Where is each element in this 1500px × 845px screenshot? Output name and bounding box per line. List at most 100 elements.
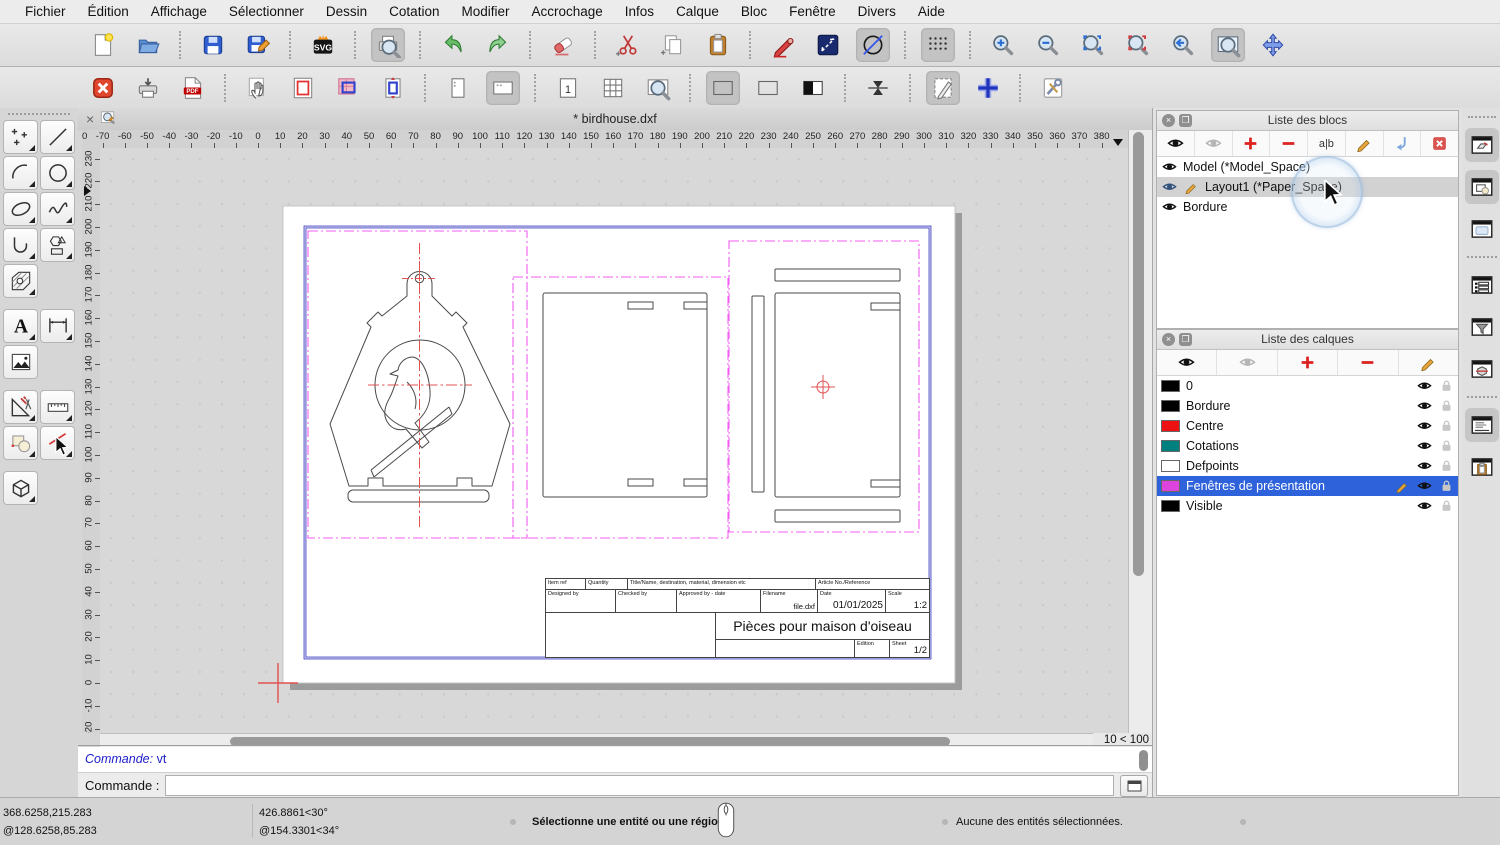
layer-row[interactable]: Visible <box>1157 496 1458 516</box>
eye-icon[interactable] <box>1416 499 1432 514</box>
save-icon[interactable] <box>196 28 230 62</box>
remove-layer-icon[interactable] <box>1338 350 1399 375</box>
menu-item[interactable]: Bloc <box>730 0 778 23</box>
shape-tools-icon[interactable] <box>40 228 75 262</box>
layer-color-swatch[interactable] <box>1161 380 1180 392</box>
show-all-layers-icon[interactable] <box>1157 350 1218 375</box>
clipboard-panel-icon[interactable] <box>1465 450 1499 484</box>
menu-item[interactable]: Affichage <box>140 0 218 23</box>
polyline-tools-icon[interactable] <box>3 228 38 262</box>
panel-close-icon[interactable]: × <box>1162 333 1175 346</box>
selection-list-panel-icon[interactable] <box>1465 268 1499 302</box>
image-tool-icon[interactable] <box>3 345 38 379</box>
lock-icon[interactable] <box>1438 399 1454 414</box>
portrait-icon[interactable] <box>441 71 475 105</box>
menu-item[interactable]: Modifier <box>450 0 520 23</box>
drawing-canvas[interactable]: Item ref Quantity Title/Name, destinatio… <box>100 148 1128 733</box>
lock-icon[interactable] <box>1438 419 1454 434</box>
menu-item[interactable]: Accrochage <box>520 0 613 23</box>
page-border-icon[interactable] <box>286 71 320 105</box>
zoom-window-icon[interactable] <box>1211 28 1245 62</box>
show-all-blocks-icon[interactable] <box>1157 131 1195 156</box>
add-block-icon[interactable] <box>1233 131 1271 156</box>
viewport-panel-icon[interactable] <box>1465 212 1499 246</box>
command-history[interactable]: Commande: vt <box>78 747 1152 773</box>
vertical-scrollbar-thumb[interactable] <box>1133 132 1144 576</box>
zoom-selection-icon[interactable] <box>1121 28 1155 62</box>
zoom-previous-icon[interactable] <box>1166 28 1200 62</box>
lock-icon[interactable] <box>1438 439 1454 454</box>
arc-tools-icon[interactable] <box>3 156 38 190</box>
ellipse-tools-icon[interactable] <box>3 192 38 226</box>
zoom-fit-icon[interactable] <box>1076 28 1110 62</box>
eye-icon[interactable] <box>1416 459 1432 474</box>
eye-icon[interactable] <box>1416 379 1432 394</box>
command-history-scrollbar[interactable] <box>1139 750 1148 771</box>
modify-tools-icon[interactable] <box>3 426 38 460</box>
cut-icon[interactable] <box>611 28 645 62</box>
command-options-button[interactable] <box>1120 774 1148 797</box>
single-page-icon[interactable]: 1 <box>551 71 585 105</box>
save-as-icon[interactable] <box>241 28 275 62</box>
hatch-tool-icon[interactable] <box>3 264 38 298</box>
trim-tools-icon[interactable] <box>40 426 75 460</box>
edit-layer-icon[interactable] <box>1399 350 1458 375</box>
lineweight-icon[interactable] <box>861 71 895 105</box>
close-document-icon[interactable] <box>86 71 120 105</box>
purge-block-icon[interactable] <box>1421 131 1458 156</box>
layer-color-swatch[interactable] <box>1161 400 1180 412</box>
hide-all-layers-icon[interactable] <box>1217 350 1278 375</box>
undo-icon[interactable] <box>436 28 470 62</box>
layer-color-swatch[interactable] <box>1161 460 1180 472</box>
point-tools-icon[interactable] <box>3 120 38 154</box>
grayscale-icon[interactable] <box>751 71 785 105</box>
menu-item[interactable]: Fichier <box>14 0 77 23</box>
menu-item[interactable]: Sélectionner <box>218 0 315 23</box>
print-icon[interactable] <box>131 71 165 105</box>
eye-icon[interactable] <box>1416 419 1432 434</box>
menu-item[interactable]: Calque <box>665 0 730 23</box>
layer-row[interactable]: Fenêtres de présentation <box>1157 476 1458 496</box>
layer-row[interactable]: 0 <box>1157 376 1458 396</box>
lock-icon[interactable] <box>1438 479 1454 494</box>
menu-item[interactable]: Divers <box>847 0 907 23</box>
lock-icon[interactable] <box>1438 459 1454 474</box>
construction-line-icon[interactable] <box>811 28 845 62</box>
text-tool-icon[interactable]: A <box>3 309 38 343</box>
eraser-icon[interactable] <box>546 28 580 62</box>
palette-drag-handle[interactable] <box>8 113 70 117</box>
menu-item[interactable]: Infos <box>614 0 665 23</box>
layer-list-panel-icon[interactable] <box>1464 170 1499 204</box>
panel-close-icon[interactable]: × <box>1162 114 1175 127</box>
edit-block-icon[interactable] <box>1346 131 1384 156</box>
drawing-preferences-icon[interactable] <box>926 70 960 105</box>
spline-tools-icon[interactable] <box>40 192 75 226</box>
grid-toggle-icon[interactable] <box>921 28 955 62</box>
layer-color-swatch[interactable] <box>1161 480 1180 492</box>
menu-item[interactable]: Fenêtre <box>778 0 847 23</box>
landscape-icon[interactable] <box>486 70 520 105</box>
layer-color-swatch[interactable] <box>1161 420 1180 432</box>
menu-item[interactable]: Édition <box>77 0 140 23</box>
zoom-page-icon[interactable] <box>641 71 675 105</box>
new-file-icon[interactable] <box>86 28 120 62</box>
layer-row[interactable]: Centre <box>1157 416 1458 436</box>
eye-icon[interactable] <box>1161 200 1177 215</box>
lock-icon[interactable] <box>1438 379 1454 394</box>
fit-to-page-icon[interactable] <box>376 71 410 105</box>
full-color-icon[interactable] <box>706 70 740 105</box>
library-browser-panel-icon[interactable] <box>1465 352 1499 386</box>
remove-block-icon[interactable] <box>1270 131 1308 156</box>
command-history-panel-icon[interactable] <box>1464 408 1499 442</box>
menu-item[interactable]: Dessin <box>315 0 378 23</box>
layer-row[interactable]: Bordure <box>1157 396 1458 416</box>
circle-tools-icon[interactable] <box>40 156 75 190</box>
drafting-tools-icon[interactable] <box>3 390 38 424</box>
svg-export-icon[interactable]: SVG <box>306 28 340 62</box>
pdf-export-icon[interactable]: PDF <box>176 71 210 105</box>
black-white-icon[interactable] <box>796 71 830 105</box>
menu-item[interactable]: Aide <box>907 0 956 23</box>
hide-all-blocks-icon[interactable] <box>1195 131 1233 156</box>
eye-icon[interactable] <box>1416 439 1432 454</box>
panel-float-icon[interactable]: ❐ <box>1179 114 1192 127</box>
